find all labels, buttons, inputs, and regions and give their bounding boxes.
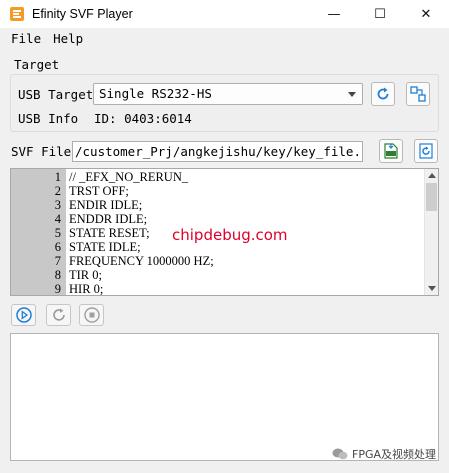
line-number: 8 <box>54 268 61 282</box>
rerun-icon <box>52 308 65 321</box>
code-line: 7 FREQUENCY 1000000 HZ; <box>11 254 425 268</box>
reload-svf-button[interactable] <box>414 139 438 163</box>
line-number: 1 <box>54 170 61 184</box>
code-text: TIR 0; <box>69 268 102 282</box>
line-number: 7 <box>54 254 61 268</box>
code-text: TRST OFF; <box>69 184 129 198</box>
code-line: 8 TIR 0; <box>11 268 425 282</box>
chat-bubble-icon <box>332 448 348 460</box>
code-line: 2 TRST OFF; <box>11 184 425 198</box>
code-text: STATE IDLE; <box>69 240 141 254</box>
target-group-label: Target <box>14 57 60 72</box>
code-text: ENDDR IDLE; <box>69 212 148 226</box>
app-icon <box>9 6 25 22</box>
usb-info-value: ID: 0403:6014 <box>94 111 192 126</box>
usb-target-value: Single RS232-HS <box>99 86 212 101</box>
run-button[interactable] <box>11 304 36 326</box>
reload-file-icon <box>419 143 433 159</box>
refresh-button[interactable] <box>371 82 395 106</box>
scroll-down-icon[interactable] <box>428 286 436 291</box>
stop-button[interactable] <box>79 304 104 326</box>
code-line: 3 ENDIR IDLE; <box>11 198 425 212</box>
line-number: 4 <box>54 212 61 226</box>
refresh-icon <box>377 87 389 100</box>
editor-scrollbar[interactable] <box>424 169 438 295</box>
select-device-button[interactable] <box>406 82 430 106</box>
code-text: HIR 0; <box>69 282 104 296</box>
svf-file-icon <box>384 143 398 159</box>
title-bar: Efinity SVF Player — ☐ ✕ <box>0 0 449 28</box>
line-number: 3 <box>54 198 61 212</box>
maximize-button[interactable]: ☐ <box>357 0 403 28</box>
open-svf-button[interactable] <box>379 139 403 163</box>
code-line: 1 // _EFX_NO_RERUN_ <box>11 170 425 184</box>
line-number: 9 <box>54 282 61 296</box>
device-chain-icon <box>410 86 426 102</box>
usb-target-select[interactable]: Single RS232-HS <box>93 83 363 105</box>
menu-file[interactable]: File <box>5 31 47 46</box>
line-number: 5 <box>54 226 61 240</box>
close-button[interactable]: ✕ <box>403 0 449 28</box>
line-number: 2 <box>54 184 61 198</box>
code-text: STATE RESET; <box>69 226 150 240</box>
usb-info-label: USB Info <box>18 111 79 126</box>
menu-help[interactable]: Help <box>47 31 89 46</box>
footer-watermark-text: FPGA及视频处理 <box>352 448 437 461</box>
play-icon <box>15 307 32 323</box>
code-line: 4 ENDDR IDLE; <box>11 212 425 226</box>
menu-bar: File Help <box>0 28 449 48</box>
minimize-button[interactable]: — <box>311 0 357 28</box>
scrollbar-thumb[interactable] <box>426 183 437 211</box>
watermark-text: chipdebug.com <box>172 226 288 244</box>
window-title: Efinity SVF Player <box>32 7 133 21</box>
svf-file-label: SVF File <box>11 144 72 159</box>
code-text: ENDIR IDLE; <box>69 198 143 212</box>
scroll-up-icon[interactable] <box>428 173 436 178</box>
line-number: 6 <box>54 240 61 254</box>
code-text: FREQUENCY 1000000 HZ; <box>69 254 214 268</box>
code-text: // _EFX_NO_RERUN_ <box>69 170 189 184</box>
output-log[interactable] <box>10 333 439 461</box>
stop-icon <box>83 307 100 323</box>
usb-target-label: USB Target <box>18 87 94 102</box>
svf-file-input[interactable]: /customer_Prj/angkejishu/key/key_file.sv… <box>72 141 363 162</box>
code-line: 9 HIR 0; <box>11 282 425 296</box>
footer-watermark: FPGA及视频处理 <box>332 446 436 462</box>
chevron-down-icon <box>348 92 356 97</box>
rerun-button[interactable] <box>46 304 71 326</box>
